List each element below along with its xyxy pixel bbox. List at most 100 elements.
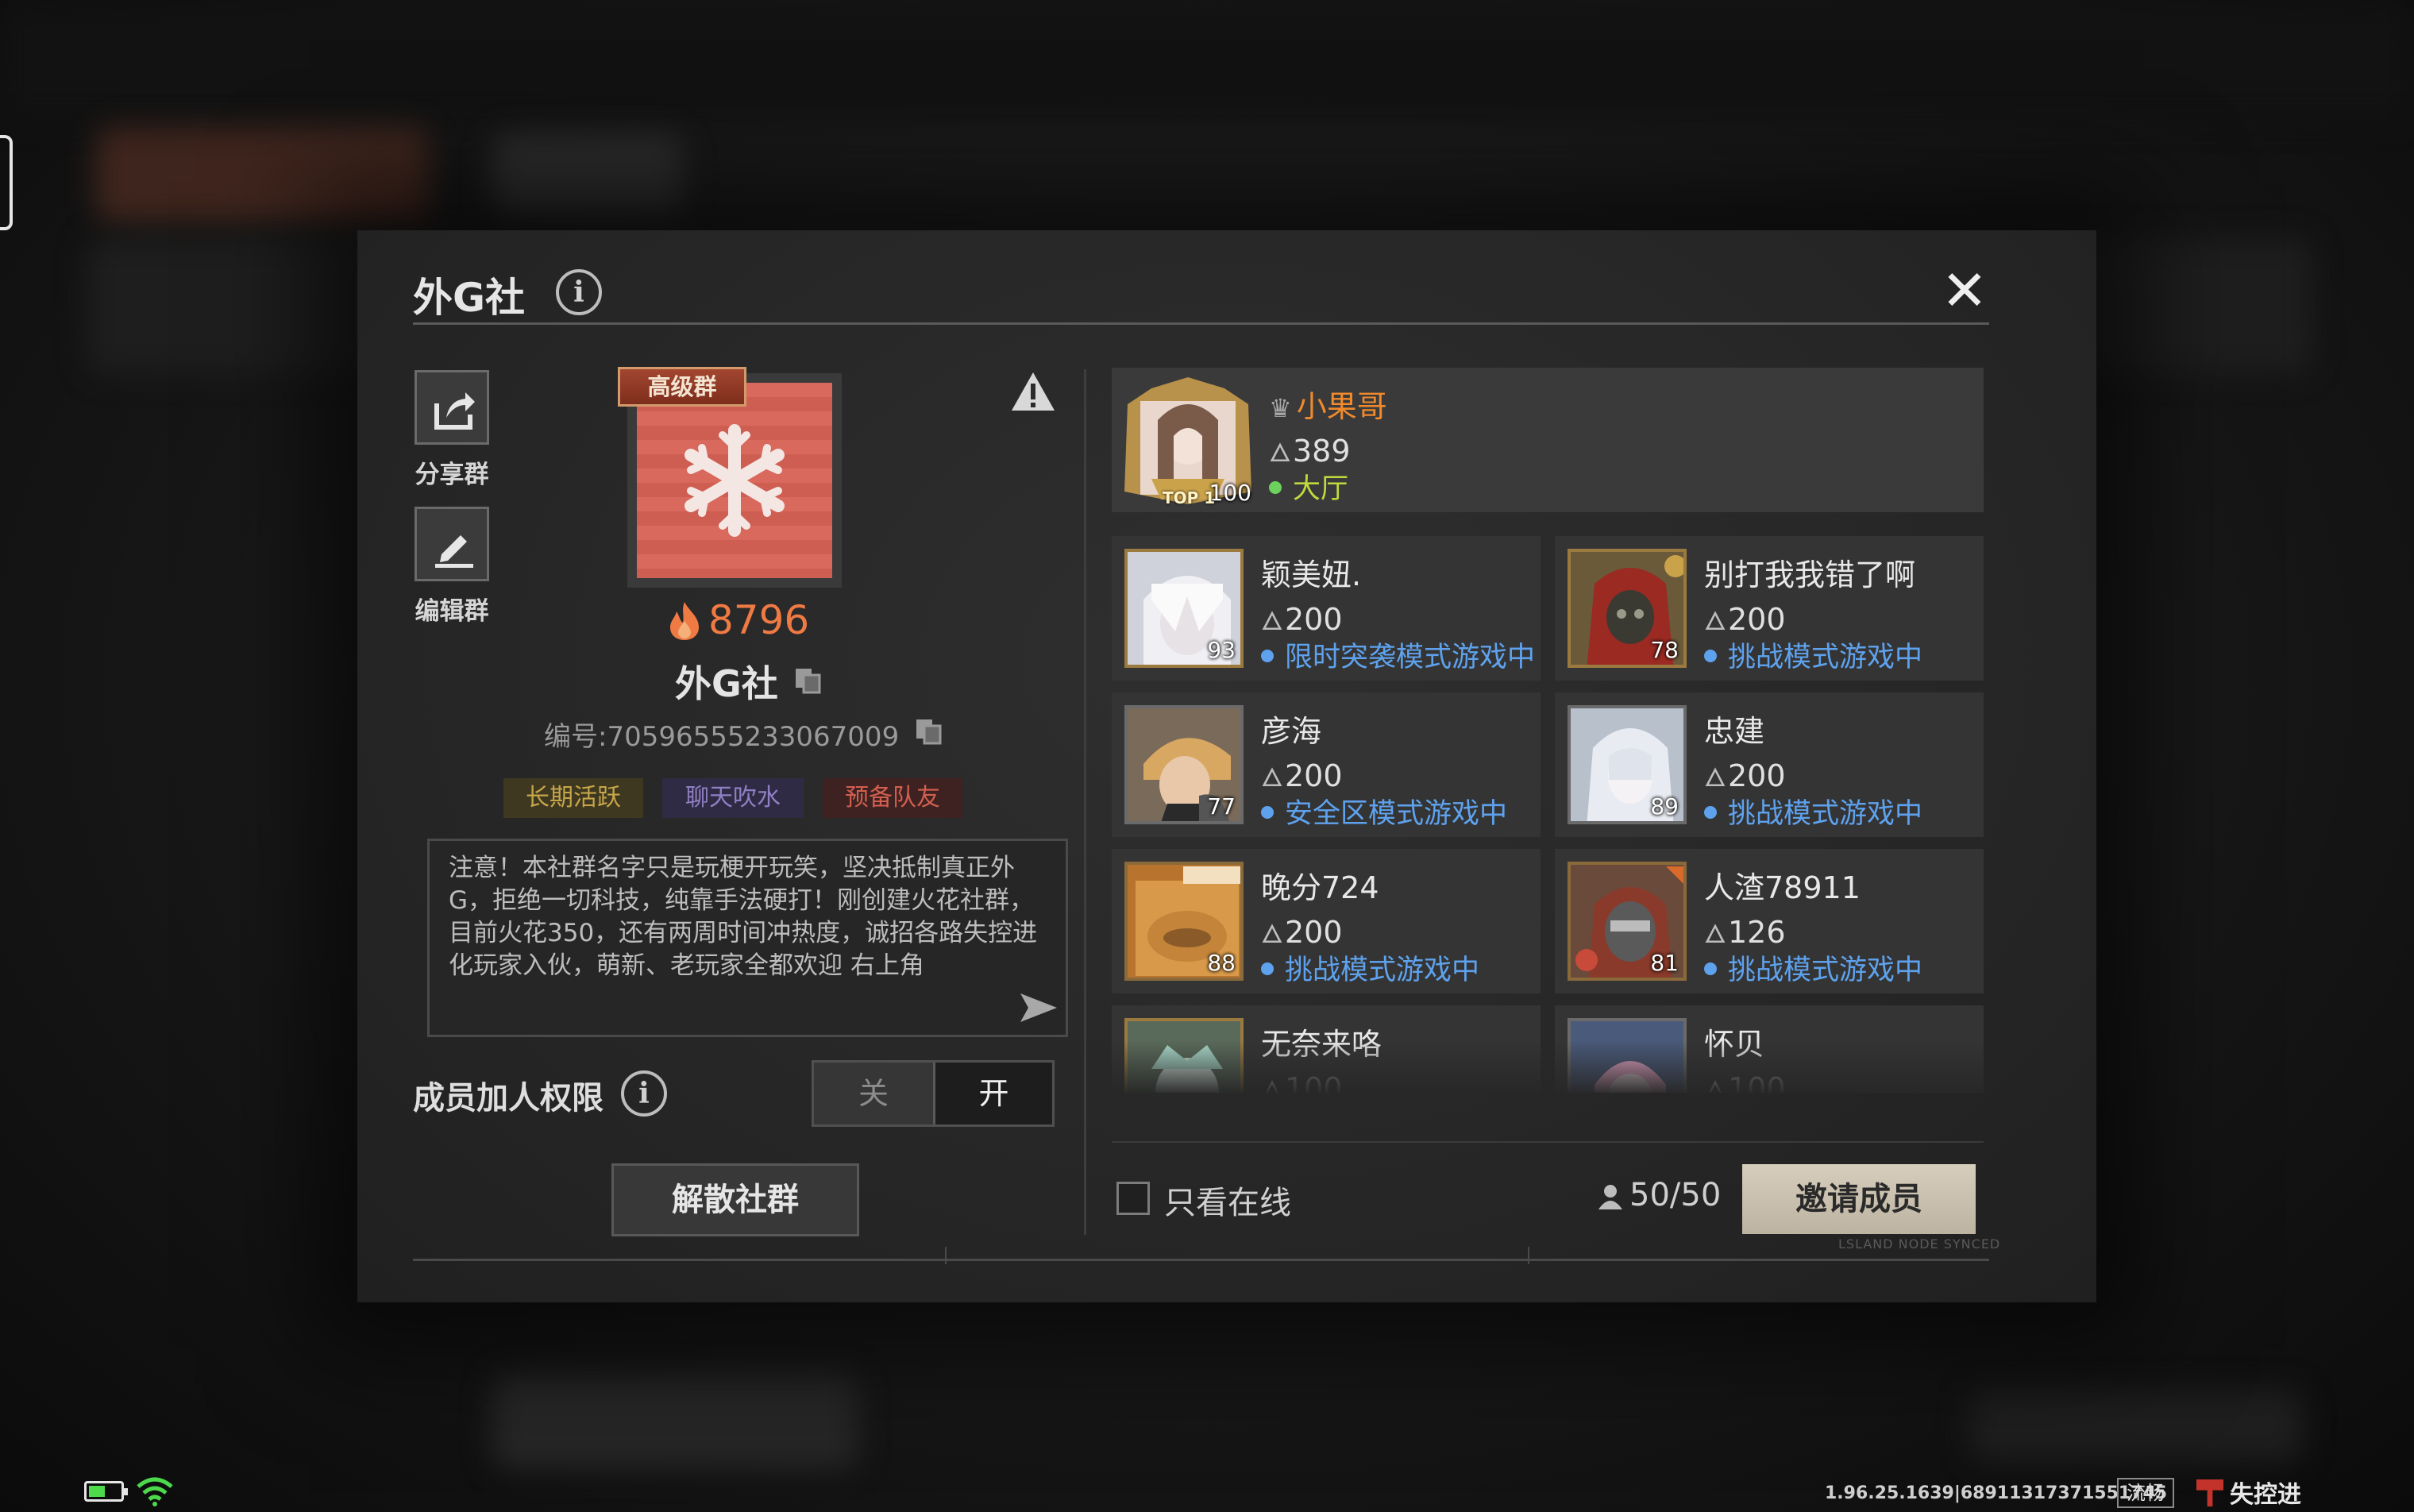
list-fade [1112,1040,1984,1093]
member-card[interactable]: 88 晚分724 🜂200 挑战模式游戏中 [1112,849,1541,993]
member-heat-value: 200 [1728,758,1786,793]
member-avatar: 78 [1568,549,1687,668]
blurred-tab-active [95,127,429,222]
list-divider [1112,1141,1984,1143]
battery-icon [84,1481,128,1502]
synced-text: LSLAND NODE SYNCED [1838,1236,2001,1252]
share-group-button[interactable] [415,370,489,445]
group-id: 编号:70596555233067009 [544,721,900,753]
member-name: 彦海 [1261,714,1322,749]
leader-name-row: ♛ 小果哥 [1269,382,1387,426]
member-name: 晚分724 [1261,870,1379,905]
member-card[interactable]: 78 别打我我错了啊 🜂200 挑战模式游戏中 [1555,536,1984,681]
online-only-checkbox[interactable] [1116,1182,1150,1215]
status-dot [1261,962,1274,975]
tag-active: 长期活跃 [503,778,643,818]
copy-name-icon[interactable] [794,667,821,694]
member-level: 78 [1650,637,1679,663]
dialog-title: 外G社 [413,275,526,321]
member-avatar: 89 [1568,705,1687,824]
side-hex-icon[interactable] [0,135,13,230]
leader-level: 100 [1209,480,1251,506]
wifi-icon [137,1477,173,1506]
member-name: 颖美妞. [1261,557,1362,592]
status-dot [1261,806,1274,819]
status-dot [1704,962,1717,975]
member-status: 挑战模式游戏中 [1261,947,1479,988]
invite-member-button[interactable]: 邀请成员 [1742,1164,1976,1234]
leader-status: 大厅 [1269,466,1348,507]
copy-id-icon[interactable] [915,718,942,745]
toggle-off[interactable]: 关 [814,1063,933,1124]
member-card[interactable]: 81 人渣78911 🜂126 挑战模式游戏中 [1555,849,1984,993]
member-status-text: 挑战模式游戏中 [1728,642,1923,673]
group-heat-value: 8796 [708,597,810,643]
status-dot [1261,650,1274,662]
member-level: 77 [1207,793,1236,820]
member-status-text: 挑战模式游戏中 [1728,955,1923,986]
member-heat-value: 200 [1285,602,1343,637]
member-level: 89 [1650,793,1679,820]
member-status: 挑战模式游戏中 [1704,947,1922,988]
tier-badge: 高级群 [618,367,746,407]
join-permission-label: 成员加人权限 [413,1080,604,1117]
flame-icon [670,602,699,640]
join-permission-toggle[interactable]: 关 开 [812,1060,1055,1127]
blurred-tab [492,135,683,214]
decorative-ruler [413,1259,1989,1261]
member-count-value: 50/50 [1629,1177,1722,1213]
leader-status-text: 大厅 [1293,473,1349,505]
member-status-text: 挑战模式游戏中 [1285,955,1480,986]
permission-info-icon[interactable]: i [621,1070,667,1117]
member-card[interactable]: 77 彦海 🜂200 安全区模式游戏中 [1112,692,1541,837]
member-heat-value: 200 [1285,915,1343,950]
group-description: 注意！本社群名字只是玩梗开玩笑，坚决抵制真正外G，拒绝一切科技，纯靠手法硬打！刚… [449,854,1038,980]
group-heat: 8796 [667,597,842,643]
member-name: 别打我我错了啊 [1704,557,1916,592]
member-level: 93 [1207,637,1236,663]
status-dot [1704,650,1717,662]
logo-mark-icon [2196,1479,2223,1506]
tag-chat: 聊天吹水 [662,778,804,818]
member-level: 88 [1207,950,1236,976]
panel-divider [1084,369,1086,1235]
member-name: 忠建 [1704,714,1765,749]
group-name: 外G社 [675,662,778,705]
member-heat-value: 126 [1728,915,1786,950]
group-avatar-image [637,383,832,578]
status-dot [1704,806,1717,819]
member-status: 限时突袭模式游戏中 [1261,634,1535,675]
member-heat-value: 200 [1728,602,1786,637]
report-warning-icon[interactable] [1008,369,1058,414]
share-icon [434,392,475,430]
title-divider [413,322,1989,325]
toggle-on[interactable]: 开 [933,1063,1052,1124]
member-status: 安全区模式游戏中 [1261,791,1507,831]
share-group-label: 分享群 [415,461,489,489]
online-only-label[interactable]: 只看在线 [1164,1177,1291,1223]
ruler-tick [945,1247,947,1264]
edit-group-button[interactable] [415,507,489,581]
game-logo: 失控进化 [2196,1475,2316,1510]
group-description-box[interactable]: 注意！本社群名字只是玩梗开玩笑，坚决抵制真正外G，拒绝一切科技，纯靠手法硬打！刚… [427,839,1068,1037]
member-card[interactable]: 89 忠建 🜂200 挑战模式游戏中 [1555,692,1984,837]
disband-group-button[interactable]: 解散社群 [611,1163,859,1236]
pencil-icon [435,535,473,568]
member-avatar: 81 [1568,862,1687,981]
member-status: 挑战模式游戏中 [1704,791,1922,831]
leader-name: 小果哥 [1296,389,1387,424]
member-card[interactable]: 93 颖美妞. 🜂200 限时突袭模式游戏中 [1112,536,1541,681]
member-avatar: 77 [1124,705,1244,824]
ruler-tick [1528,1247,1529,1264]
leader-top-badge: TOP 1 [1163,488,1216,507]
person-icon [1598,1185,1622,1209]
online-dot [1269,481,1282,494]
close-button[interactable]: ✕ [1939,263,1990,318]
info-icon[interactable]: i [556,269,602,315]
send-icon[interactable] [1019,992,1059,1024]
snowflake-icon [684,424,785,537]
leader-card[interactable]: 100 TOP 1 ♛ 小果哥 🜂389 大厅 [1112,368,1984,512]
member-status-text: 限时突袭模式游戏中 [1285,642,1536,673]
blurred-bottom-right [1969,1390,2303,1461]
member-count: 50/50 [1596,1177,1721,1213]
